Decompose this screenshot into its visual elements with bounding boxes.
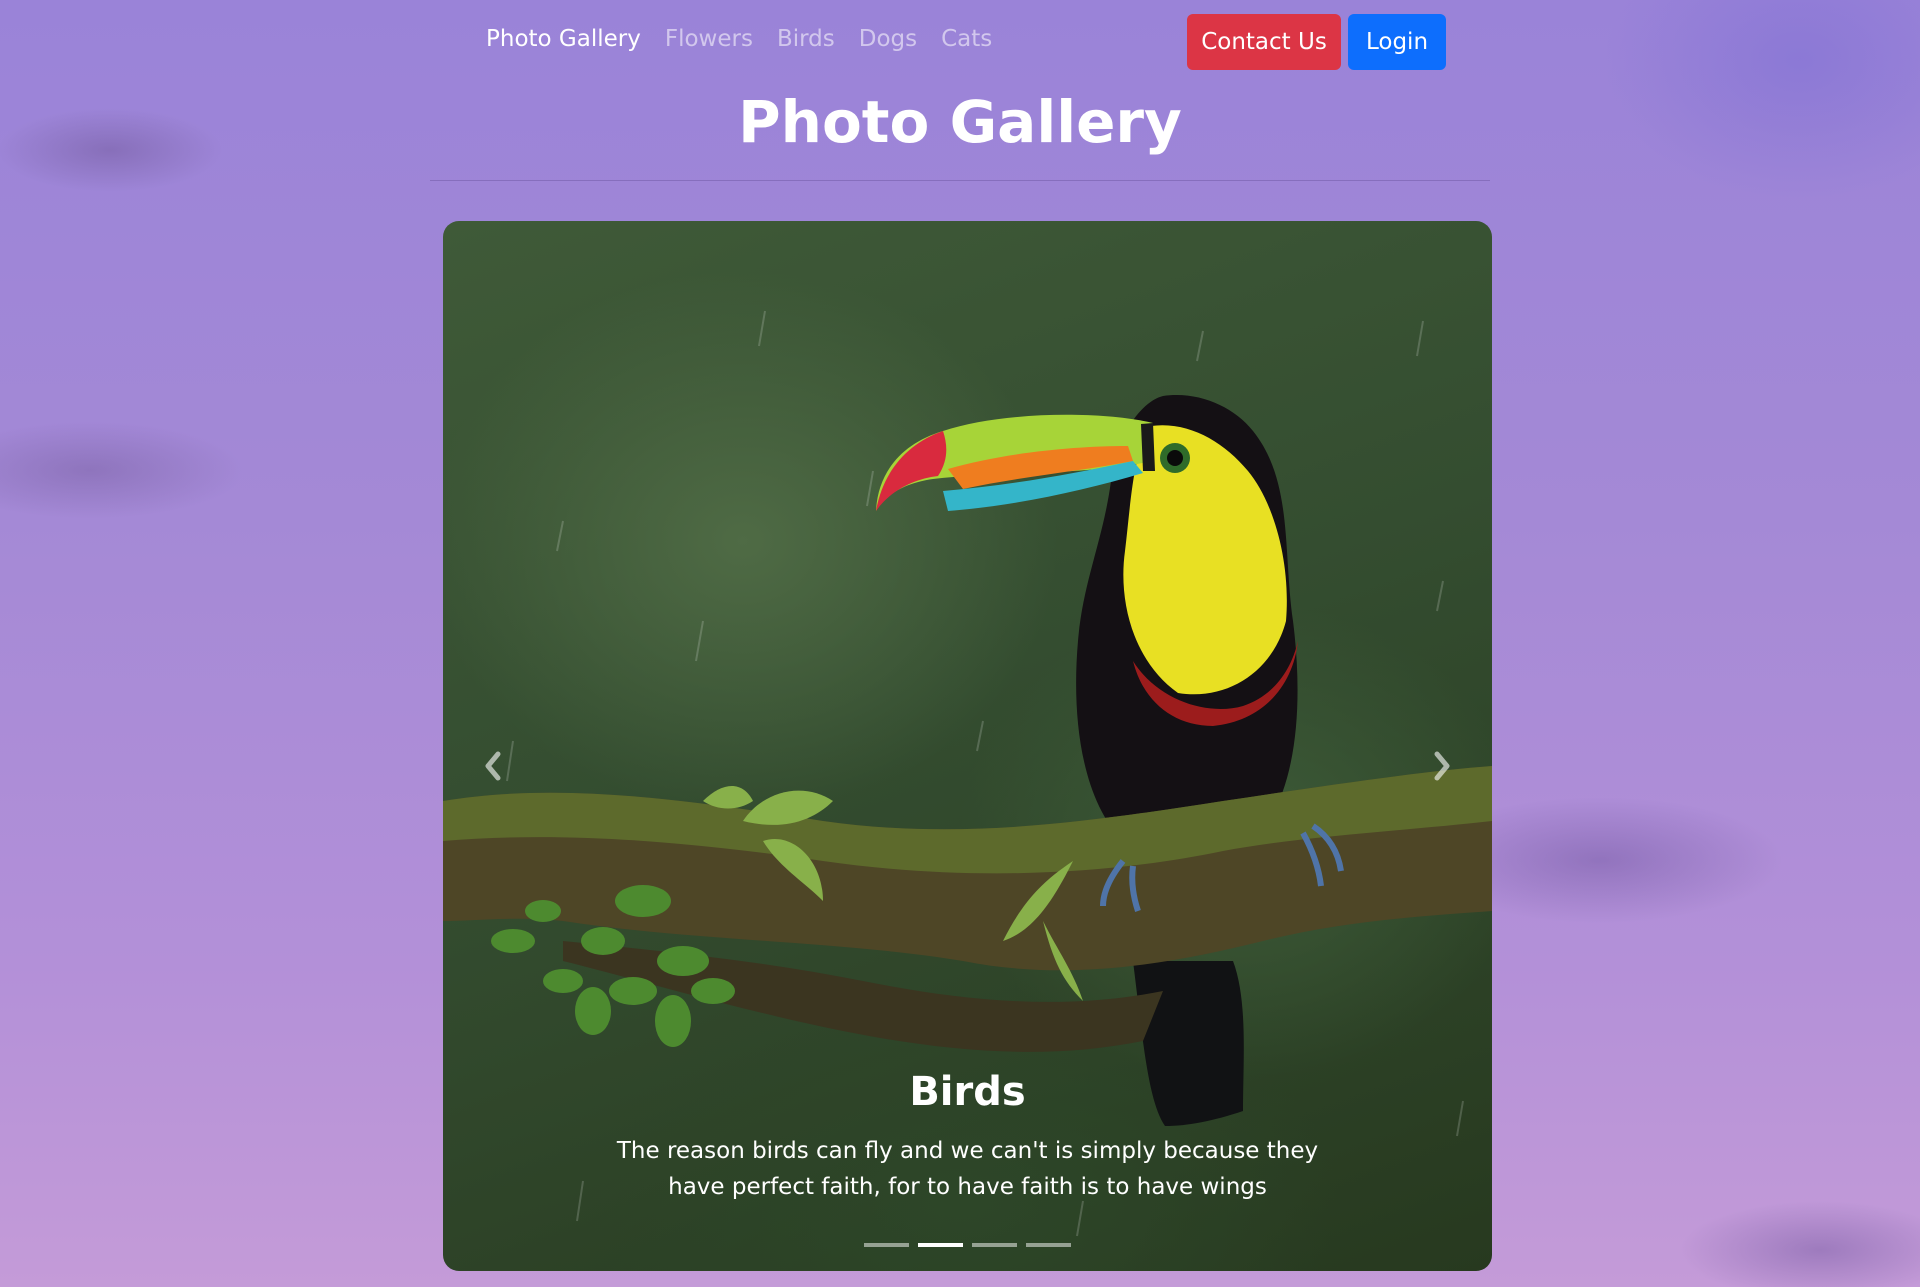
contact-us-button[interactable]: Contact Us bbox=[1187, 14, 1341, 70]
login-button[interactable]: Login bbox=[1348, 14, 1446, 70]
nav-link-photo-gallery[interactable]: Photo Gallery bbox=[486, 26, 641, 52]
navbar: Photo Gallery Flowers Birds Dogs Cats Co… bbox=[430, 14, 1450, 70]
carousel-indicators bbox=[443, 1243, 1492, 1247]
nav-link-birds[interactable]: Birds bbox=[777, 26, 835, 52]
carousel-indicator-2[interactable] bbox=[918, 1243, 963, 1247]
page-title: Photo Gallery bbox=[738, 88, 1182, 156]
photo-carousel[interactable]: Birds The reason birds can fly and we ca… bbox=[443, 221, 1492, 1271]
carousel-indicator-4[interactable] bbox=[1026, 1243, 1071, 1247]
carousel-indicator-1[interactable] bbox=[864, 1243, 909, 1247]
slide-title: Birds bbox=[909, 1069, 1026, 1115]
carousel-caption: Birds The reason birds can fly and we ca… bbox=[443, 1069, 1492, 1205]
slide-text: The reason birds can fly and we can't is… bbox=[616, 1138, 1319, 1200]
title-divider bbox=[430, 180, 1490, 181]
chevron-right-icon bbox=[1434, 751, 1450, 781]
nav-link-flowers[interactable]: Flowers bbox=[665, 26, 753, 52]
carousel-prev-button[interactable] bbox=[463, 721, 523, 811]
nav-link-cats[interactable]: Cats bbox=[941, 26, 992, 52]
nav-link-dogs[interactable]: Dogs bbox=[859, 26, 917, 52]
carousel-next-button[interactable] bbox=[1412, 721, 1472, 811]
carousel-indicator-3[interactable] bbox=[972, 1243, 1017, 1247]
nav-links: Photo Gallery Flowers Birds Dogs Cats bbox=[486, 26, 992, 52]
chevron-left-icon bbox=[485, 751, 501, 781]
